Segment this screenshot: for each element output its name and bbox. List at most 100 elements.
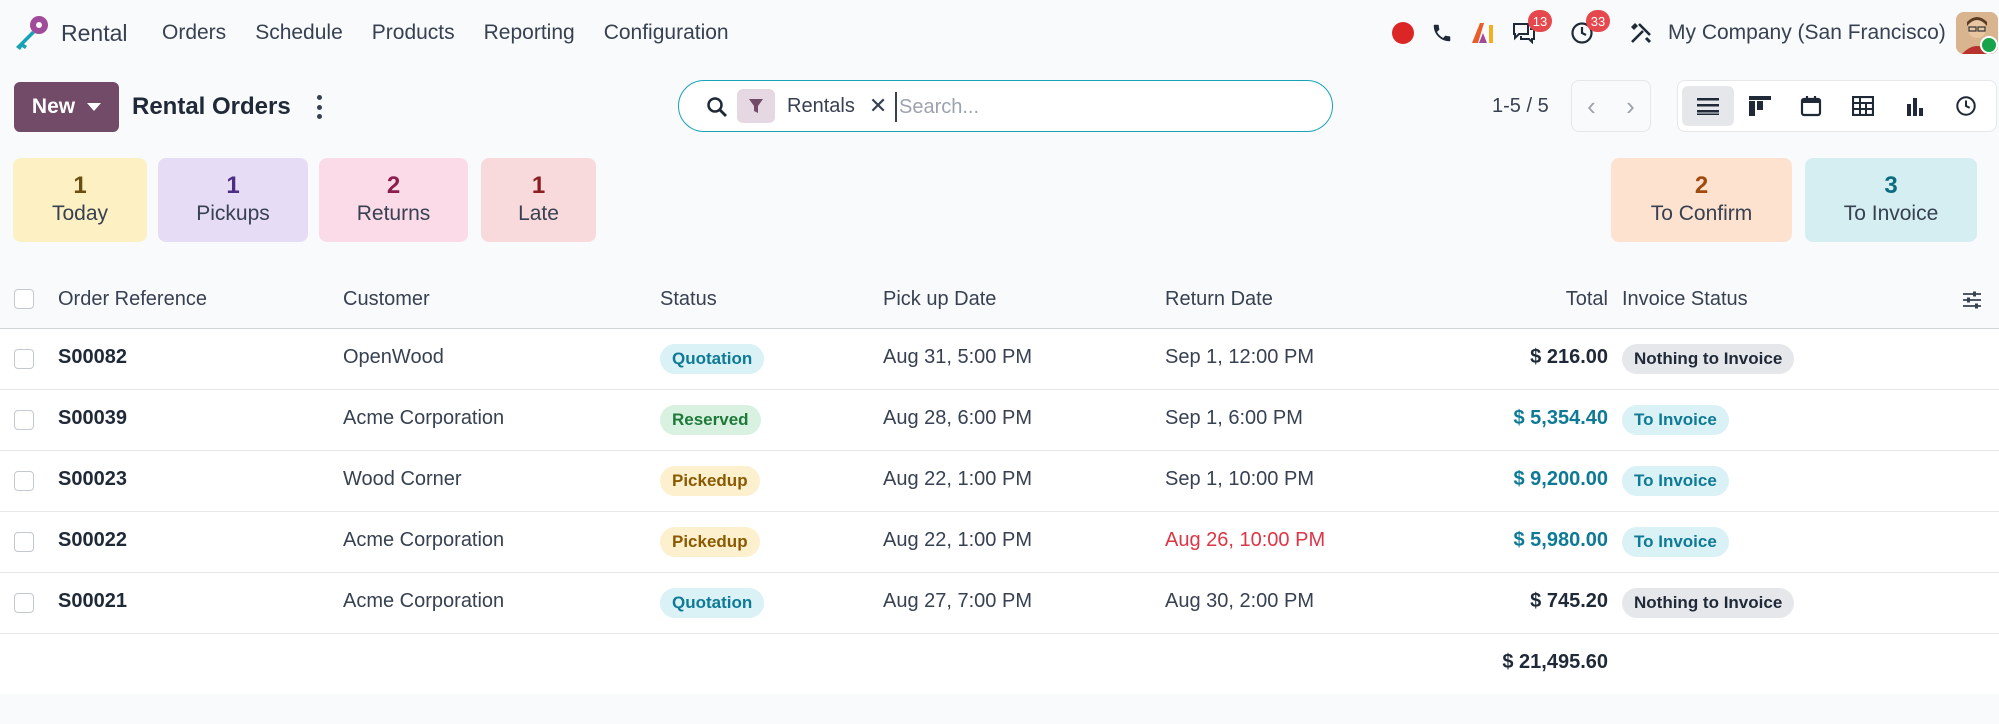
pickup-date: Aug 31, 5:00 PM — [883, 346, 1032, 368]
filter-icon — [737, 89, 775, 123]
row-checkbox[interactable] — [14, 349, 34, 369]
column-header-total[interactable]: Total — [1566, 288, 1608, 311]
stat-label: Late — [518, 202, 559, 225]
column-header-invoice-status[interactable]: Invoice Status — [1622, 288, 1748, 311]
pickup-date: Aug 22, 1:00 PM — [883, 468, 1032, 490]
row-checkbox[interactable] — [14, 471, 34, 491]
graph-view-icon[interactable] — [1889, 86, 1941, 126]
pager-value[interactable]: 1-5 / 5 — [1492, 95, 1549, 118]
pager-next-icon[interactable]: › — [1611, 81, 1650, 131]
pivot-view-icon[interactable] — [1837, 86, 1889, 126]
return-date: Aug 30, 2:00 PM — [1165, 590, 1314, 612]
activity-clock-icon[interactable]: 33 — [1568, 10, 1610, 52]
customer-name: Acme Corporation — [343, 590, 505, 612]
customer-name: Acme Corporation — [343, 407, 505, 429]
table-header: Order Reference Customer Status Pick up … — [0, 270, 1999, 329]
rental-app-icon[interactable] — [12, 14, 50, 52]
stat-count: 3 — [1884, 172, 1898, 199]
search-bar[interactable]: Rentals ✕ — [678, 80, 1333, 132]
pager-nav: ‹ › — [1571, 80, 1651, 132]
column-header-pickup-date[interactable]: Pick up Date — [883, 288, 996, 311]
order-total: $ 745.20 — [1530, 590, 1608, 612]
menu-products[interactable]: Products — [372, 21, 455, 45]
view-switcher — [1677, 80, 1997, 132]
order-total: $ 5,354.40 — [1513, 407, 1608, 429]
new-button-label: New — [31, 95, 76, 118]
return-date: Sep 1, 10:00 PM — [1165, 468, 1314, 490]
stat-label: To Confirm — [1650, 202, 1753, 225]
table-footer-sum: $ 21,495.60 — [0, 634, 1999, 694]
pickup-date: Aug 27, 7:00 PM — [883, 590, 1032, 612]
actions-menu-icon[interactable] — [312, 95, 326, 119]
new-button[interactable]: New — [14, 82, 119, 132]
order-reference: S00082 — [58, 346, 127, 368]
return-date: Sep 1, 6:00 PM — [1165, 407, 1303, 429]
menu-reporting[interactable]: Reporting — [484, 21, 575, 45]
return-date-late: Aug 26, 10:00 PM — [1165, 529, 1326, 551]
phone-icon[interactable] — [1428, 14, 1456, 52]
search-facet-rentals: Rentals ✕ — [737, 89, 887, 123]
column-header-order-reference[interactable]: Order Reference — [58, 288, 207, 311]
column-header-status[interactable]: Status — [660, 288, 717, 311]
activity-view-icon[interactable] — [1940, 86, 1992, 126]
caret-down-icon — [87, 103, 102, 111]
order-reference: S00021 — [58, 590, 127, 612]
order-total: $ 9,200.00 — [1513, 468, 1608, 490]
stat-card-to-confirm[interactable]: 2 To Confirm — [1611, 158, 1792, 242]
remove-facet-icon[interactable]: ✕ — [869, 93, 887, 119]
column-header-customer[interactable]: Customer — [343, 288, 430, 311]
stat-card-to-invoice[interactable]: 3 To Invoice — [1805, 158, 1977, 242]
table-row[interactable]: S00021 Acme Corporation Quotation Aug 27… — [0, 573, 1999, 634]
stat-count: 2 — [386, 172, 401, 199]
recording-icon[interactable] — [1392, 22, 1414, 44]
menu-schedule[interactable]: Schedule — [255, 21, 343, 45]
stat-card-pickups[interactable]: 1 Pickups — [158, 158, 308, 242]
calendar-view-icon[interactable] — [1785, 86, 1837, 126]
order-total: $ 5,980.00 — [1513, 529, 1608, 551]
messages-icon[interactable]: 13 — [1510, 10, 1552, 52]
table-row[interactable]: S00039 Acme Corporation Reserved Aug 28,… — [0, 390, 1999, 451]
ai-icon[interactable] — [1468, 14, 1498, 52]
stat-card-today[interactable]: 1 Today — [13, 158, 147, 242]
invoice-status-badge: Nothing to Invoice — [1622, 588, 1795, 618]
menu-orders[interactable]: Orders — [162, 21, 226, 45]
menu-configuration[interactable]: Configuration — [604, 21, 729, 45]
row-checkbox[interactable] — [14, 532, 34, 552]
table-row[interactable]: S00082 OpenWood Quotation Aug 31, 5:00 P… — [0, 329, 1999, 390]
invoice-status-badge: To Invoice — [1622, 527, 1729, 557]
optional-columns-icon[interactable] — [1962, 290, 1982, 310]
stat-label: Returns — [356, 202, 431, 225]
stat-count: 1 — [226, 172, 240, 199]
order-reference: S00039 — [58, 407, 127, 429]
status-badge: Quotation — [660, 344, 765, 374]
search-icon[interactable] — [705, 95, 729, 119]
stat-card-returns[interactable]: 2 Returns — [319, 158, 468, 242]
invoice-status-badge: To Invoice — [1622, 466, 1729, 496]
activities-badge: 33 — [1586, 10, 1610, 32]
select-all-checkbox[interactable] — [14, 289, 34, 309]
tools-icon[interactable] — [1627, 14, 1655, 52]
stat-label: Pickups — [196, 202, 270, 225]
table-row[interactable]: S00023 Wood Corner Pickedup Aug 22, 1:00… — [0, 451, 1999, 512]
messages-badge: 13 — [1528, 10, 1552, 32]
stat-count: 2 — [1694, 172, 1709, 199]
pager-previous-icon[interactable]: ‹ — [1572, 81, 1611, 131]
search-input[interactable] — [895, 92, 1321, 122]
page-title: Rental Orders — [132, 93, 291, 120]
company-switcher[interactable]: My Company (San Francisco) — [1668, 21, 1946, 45]
customer-name: Wood Corner — [343, 468, 462, 490]
user-avatar[interactable] — [1956, 12, 1998, 54]
kanban-view-icon[interactable] — [1734, 86, 1786, 126]
list-view-icon[interactable] — [1682, 86, 1734, 126]
stat-card-late[interactable]: 1 Late — [481, 158, 596, 242]
online-status-icon — [1980, 36, 1998, 54]
stat-label: To Invoice — [1843, 202, 1939, 225]
row-checkbox[interactable] — [14, 593, 34, 613]
customer-name: OpenWood — [343, 346, 444, 368]
table-row[interactable]: S00022 Acme Corporation Pickedup Aug 22,… — [0, 512, 1999, 573]
stat-label: Today — [51, 202, 109, 225]
return-date: Sep 1, 12:00 PM — [1165, 346, 1314, 368]
column-header-return-date[interactable]: Return Date — [1165, 288, 1273, 311]
app-name[interactable]: Rental — [61, 20, 127, 47]
row-checkbox[interactable] — [14, 410, 34, 430]
